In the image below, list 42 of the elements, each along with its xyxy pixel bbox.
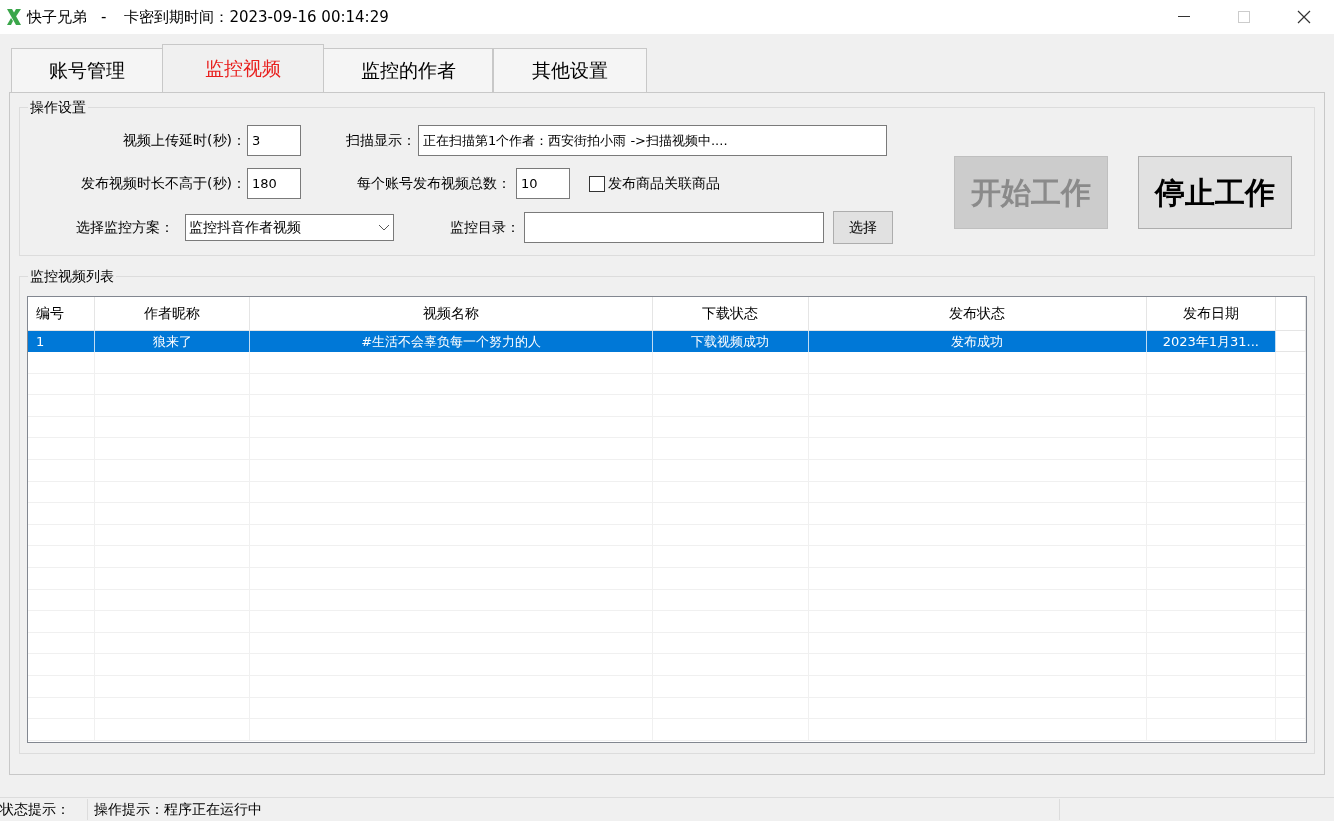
window-title: 快子兄弟	[27, 6, 87, 28]
table-cell: 狼来了	[94, 331, 251, 352]
table-cell: 发布成功	[808, 331, 1147, 352]
table-cell: 下载视频成功	[653, 331, 809, 352]
app-logo-icon	[6, 8, 22, 26]
table-cell: #生活不会辜负每一个努力的人	[250, 331, 654, 352]
status-message: 操作提示：程序正在运行中	[88, 799, 1060, 820]
tab[interactable]: 其他设置	[493, 48, 647, 92]
field-label: 选择监控方案：	[75, 218, 174, 237]
video-count-field[interactable]: 10	[516, 168, 570, 199]
field-label: 每个账号发布视频总数：	[356, 174, 511, 193]
tab[interactable]: 账号管理	[11, 48, 163, 92]
column-header[interactable]: 下载状态	[653, 297, 809, 330]
field-label: 视频上传延时(秒)：	[122, 131, 246, 150]
field-label: 扫描显示：	[345, 131, 416, 150]
directory-field[interactable]	[524, 212, 824, 243]
maximize-icon	[1238, 11, 1250, 23]
field-label: 发布视频时长不高于(秒)：	[80, 174, 246, 193]
table-row[interactable]: 1 狼来了 #生活不会辜负每一个努力的人 下载视频成功 发布成功 2023年1月31...	[28, 331, 1306, 352]
table-cell: 2023年1月31...	[1146, 331, 1277, 352]
upload-delay-field[interactable]: 3	[247, 125, 301, 156]
column-header[interactable]: 发布状态	[808, 297, 1147, 330]
column-header[interactable]: 发布日期	[1146, 297, 1277, 330]
scheme-dropdown[interactable]: 监控抖音作者视频	[185, 214, 394, 241]
column-header[interactable]: 视频名称	[250, 297, 654, 330]
chevron-down-icon	[378, 223, 390, 232]
field-label: 监控目录：	[449, 218, 520, 237]
column-header[interactable]: 作者昵称	[94, 297, 251, 330]
max-duration-field[interactable]: 180	[247, 168, 301, 199]
choose-button[interactable]: 选择	[833, 211, 893, 244]
tab[interactable]: 监控的作者	[323, 48, 493, 92]
column-header[interactable]: 编号	[28, 297, 95, 330]
minimize-icon	[1178, 16, 1190, 18]
scan-display-field[interactable]: 正在扫描第1个作者：西安街拍小雨 ->扫描视频中....	[418, 125, 887, 156]
checkbox[interactable]	[589, 175, 605, 192]
status-label: 状态提示：	[0, 799, 88, 820]
expiry-time: 卡密到期时间：2023-09-16 00:14:29	[124, 6, 389, 28]
title-separator: -	[101, 6, 107, 28]
checkbox-label: 发布商品关联商品	[608, 174, 720, 193]
work-button[interactable]: 停止工作	[1138, 156, 1292, 229]
table-cell: 1	[28, 331, 95, 352]
close-icon	[1297, 10, 1311, 24]
